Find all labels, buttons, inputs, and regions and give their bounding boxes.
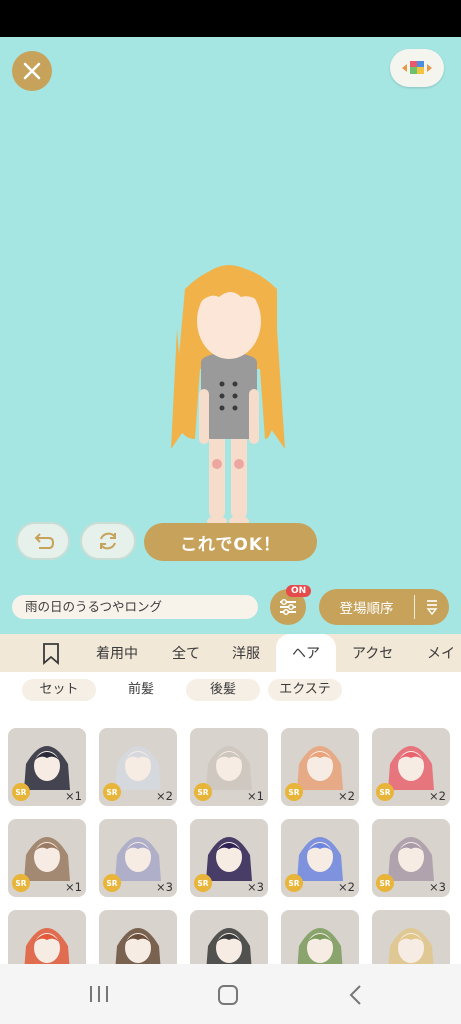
back-icon[interactable]: [348, 984, 364, 1006]
hair-item-card[interactable]: [8, 910, 86, 964]
status-bar: [0, 0, 461, 37]
hair-thumbnail: [297, 928, 343, 964]
tab-clothes[interactable]: 洋服: [232, 634, 260, 672]
refresh-icon: [100, 532, 116, 550]
rarity-badge: SR: [12, 783, 30, 801]
tab-accessory[interactable]: アクセ: [352, 634, 393, 672]
background-toggle-button[interactable]: [390, 49, 444, 87]
rarity-badge: SR: [376, 874, 394, 892]
avatar-figure: [171, 265, 285, 526]
hair-item-card[interactable]: SR ×3: [372, 819, 450, 897]
undo-icon: [34, 533, 55, 549]
subtab-bangs[interactable]: 前髪: [104, 679, 178, 701]
sort-order-icon[interactable]: [415, 599, 449, 615]
reset-button[interactable]: [80, 522, 136, 560]
hair-item-card[interactable]: SR ×2: [281, 728, 359, 806]
sliders-icon: [280, 598, 296, 616]
rarity-badge: SR: [285, 783, 303, 801]
hair-thumbnail: [206, 928, 252, 964]
hair-thumbnail: [388, 928, 434, 964]
item-count: ×1: [65, 789, 82, 803]
sort-button[interactable]: 登場順序: [319, 589, 449, 625]
hair-item-card[interactable]: SR ×1: [190, 728, 268, 806]
hair-item-card[interactable]: [372, 910, 450, 964]
tab-all[interactable]: 全て: [172, 634, 200, 672]
rarity-badge: SR: [103, 874, 121, 892]
item-grid: SR ×1 SR ×2 SR ×1 SR ×2 SR ×2 SR ×1 SR ×3 SR ×3 SR ×2 SR ×3: [0, 708, 461, 964]
hair-item-card[interactable]: SR ×1: [8, 728, 86, 806]
sub-category-tabs: セット 前髪 後髪 エクステ: [0, 672, 461, 708]
item-count: ×1: [247, 789, 264, 803]
hair-thumbnail: [115, 928, 161, 964]
close-button[interactable]: [12, 51, 52, 91]
rarity-badge: SR: [103, 783, 121, 801]
tab-makeup[interactable]: メイク: [427, 634, 461, 702]
hair-item-card[interactable]: SR ×2: [99, 728, 177, 806]
hair-item-card[interactable]: [281, 910, 359, 964]
close-icon: [23, 62, 41, 80]
rarity-badge: SR: [194, 783, 212, 801]
recent-apps-icon[interactable]: [88, 984, 110, 1004]
rarity-badge: SR: [285, 874, 303, 892]
bookmark-icon[interactable]: [42, 643, 60, 665]
item-count: ×1: [65, 880, 82, 894]
system-nav-bar: [0, 964, 461, 1024]
confirm-ok-button[interactable]: これでOK！: [144, 523, 317, 561]
hair-item-card[interactable]: SR ×3: [190, 819, 268, 897]
sort-divider: [414, 595, 415, 619]
item-count: ×2: [429, 789, 446, 803]
avatar-stage: これでOK！: [0, 37, 461, 579]
hair-item-card[interactable]: [99, 910, 177, 964]
hair-item-card[interactable]: SR ×2: [372, 728, 450, 806]
rarity-badge: SR: [376, 783, 394, 801]
item-count: ×3: [156, 880, 173, 894]
subtab-extensions[interactable]: エクステ: [268, 679, 342, 701]
hair-item-card[interactable]: [190, 910, 268, 964]
subtab-set[interactable]: セット: [22, 679, 96, 701]
item-count: ×2: [338, 789, 355, 803]
filter-on-badge: ON: [286, 585, 312, 597]
item-count: ×2: [156, 789, 173, 803]
sort-label: 登場順序: [339, 601, 394, 617]
rarity-badge: SR: [194, 874, 212, 892]
hair-item-card[interactable]: SR ×3: [99, 819, 177, 897]
item-count: ×3: [429, 880, 446, 894]
tab-hair[interactable]: ヘア: [276, 634, 336, 672]
tab-wearing[interactable]: 着用中: [96, 634, 138, 672]
category-tabs: 着用中 全て 洋服 ヘア アクセ メイク: [0, 634, 461, 702]
color-blocks-icon: [402, 61, 432, 74]
home-icon[interactable]: [217, 984, 239, 1006]
subtab-back-hair[interactable]: 後髪: [186, 679, 260, 701]
item-count: ×2: [338, 880, 355, 894]
hair-thumbnail: [24, 928, 70, 964]
item-count: ×3: [247, 880, 264, 894]
hair-item-card[interactable]: SR ×2: [281, 819, 359, 897]
item-info-bar: 雨の日のうるつやロング ON 登場順序: [0, 579, 461, 634]
item-name: 雨の日のうるつやロング: [12, 595, 258, 619]
undo-button[interactable]: [16, 522, 70, 560]
hair-item-card[interactable]: SR ×1: [8, 819, 86, 897]
rarity-badge: SR: [12, 874, 30, 892]
